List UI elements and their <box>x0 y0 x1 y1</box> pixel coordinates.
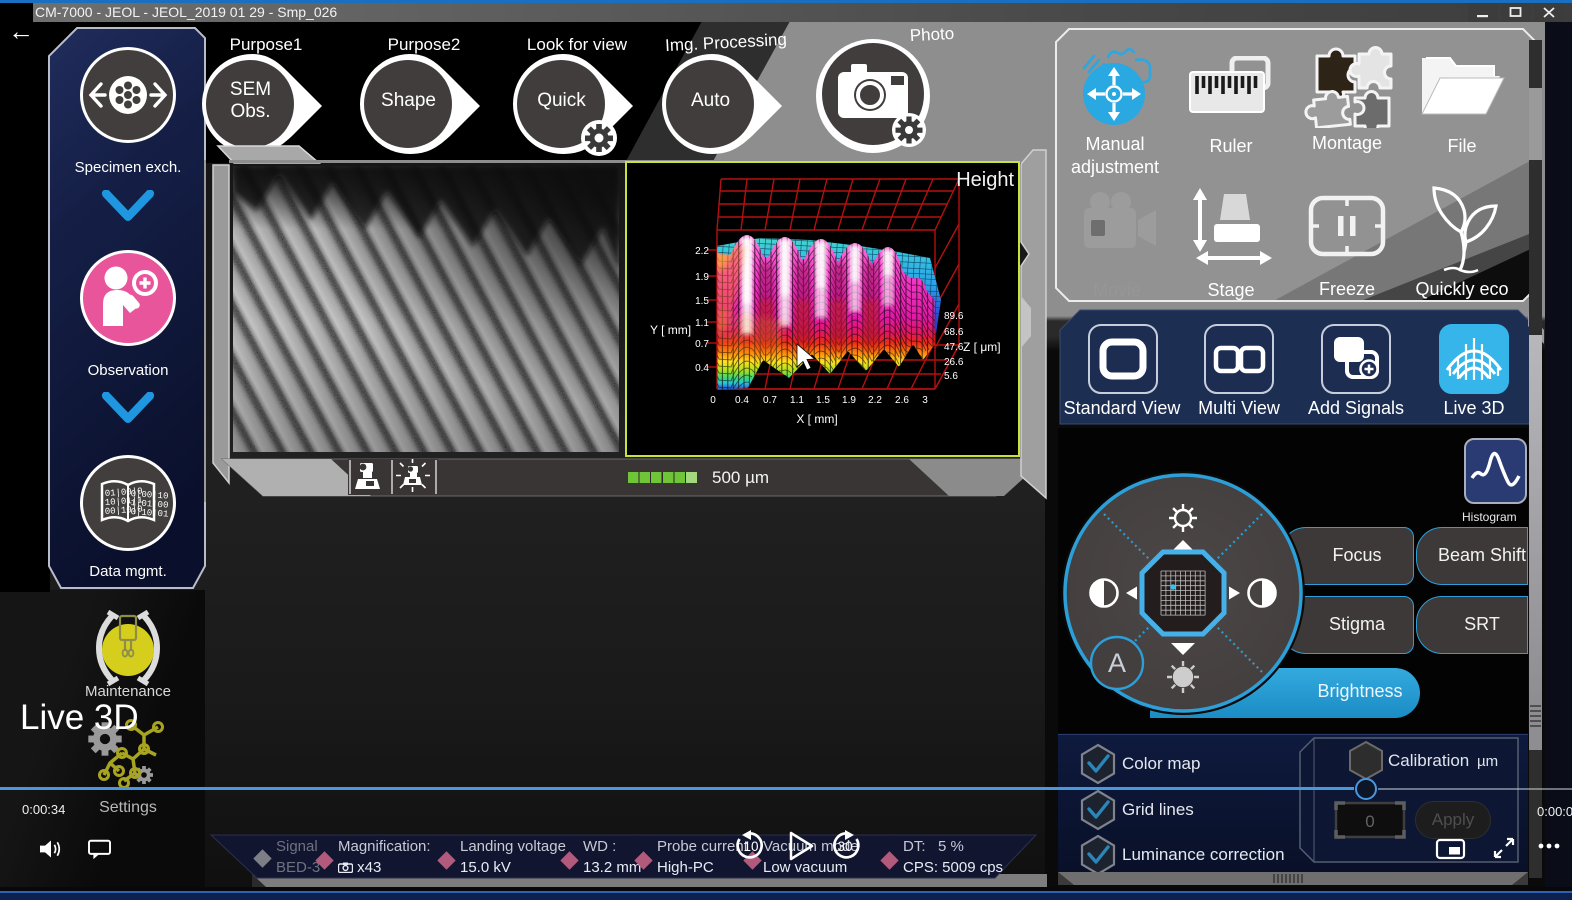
svg-text:68.6: 68.6 <box>944 327 964 338</box>
svg-text:Y [ mm]: Y [ mm] <box>650 323 691 337</box>
svg-text:47.6: 47.6 <box>944 342 964 353</box>
svg-text:Height: Height <box>956 169 1014 191</box>
svg-text:2.2: 2.2 <box>868 395 882 406</box>
svg-text:1.9: 1.9 <box>842 395 856 406</box>
svg-text:89.6: 89.6 <box>944 311 964 322</box>
svg-text:0.7: 0.7 <box>763 395 777 406</box>
svg-text:1.5: 1.5 <box>816 395 830 406</box>
svg-text:2.6: 2.6 <box>895 395 909 406</box>
svg-text:1.1: 1.1 <box>790 395 804 406</box>
svg-text:3: 3 <box>922 395 928 406</box>
svg-text:0: 0 <box>1365 812 1374 831</box>
svg-text:0: 0 <box>710 395 716 406</box>
svg-text:1.5: 1.5 <box>695 296 709 307</box>
svg-text:A: A <box>1108 648 1126 678</box>
svg-text:X [ mm]: X [ mm] <box>796 412 837 426</box>
svg-text:26.6: 26.6 <box>944 357 964 368</box>
svg-text:0.4: 0.4 <box>735 395 749 406</box>
svg-text:Z [ μm]: Z [ μm] <box>963 340 1001 354</box>
svg-text:1.9: 1.9 <box>695 272 709 283</box>
svg-text:10: 10 <box>743 839 758 854</box>
svg-text:0.4: 0.4 <box>695 363 709 374</box>
svg-text:5.6: 5.6 <box>944 371 958 382</box>
svg-text:2.2: 2.2 <box>695 246 709 257</box>
svg-text:30: 30 <box>837 839 852 854</box>
svg-text:0.7: 0.7 <box>695 339 709 350</box>
svg-text:1.1: 1.1 <box>695 318 709 329</box>
